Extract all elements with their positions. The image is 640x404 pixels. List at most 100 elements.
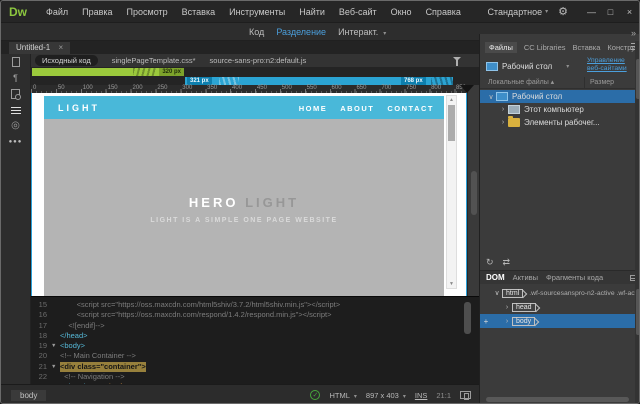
media-query-blue-range[interactable]: 321 px 768 px: [185, 77, 453, 85]
tag-selector-body[interactable]: body: [11, 390, 46, 401]
files-footer-refresh-icon[interactable]: ↻: [486, 257, 494, 268]
viewport-resize-handle[interactable]: [460, 85, 474, 93]
dom-tree-row[interactable]: + ›body: [480, 314, 640, 328]
files-footer-sync-icon[interactable]: ⇄: [503, 257, 511, 268]
design-nav-link[interactable]: HOME: [299, 104, 328, 113]
media-query-green-range[interactable]: 320 px: [32, 68, 184, 76]
design-vertical-scrollbar[interactable]: ▲ ▼: [446, 95, 457, 289]
column-local-files[interactable]: Локальные файлы ▴: [488, 77, 554, 89]
panel-tab-active[interactable]: Файлы: [485, 42, 517, 53]
fold-arrow-icon[interactable]: [51, 331, 60, 341]
chevron-down-icon[interactable]: ▾: [566, 63, 569, 70]
menubar-item[interactable]: Правка: [75, 7, 119, 17]
design-view[interactable]: LIGHT HOME ABOUT CONTACT HERO LIGHT LIGHT …: [31, 93, 467, 296]
formatting-button[interactable]: ¶: [1, 70, 30, 86]
menubar-item[interactable]: Просмотр: [120, 7, 175, 17]
chevron-down-icon[interactable]: ▾: [545, 8, 548, 15]
insert-mode-indicator[interactable]: INS: [415, 391, 428, 400]
dom-tree-row[interactable]: ∨html.wf-sourcesanspro-n2-active .wf-act…: [480, 286, 640, 300]
design-nav-link[interactable]: CONTACT: [387, 104, 434, 113]
workspace-switcher[interactable]: Стандартное: [487, 7, 542, 17]
minimize-button[interactable]: —: [582, 7, 601, 17]
menubar-item[interactable]: Найти: [292, 7, 332, 17]
view-mode-button[interactable]: Код: [249, 27, 264, 37]
code-line[interactable]: 21▼<div class="container">: [31, 362, 479, 372]
window-size-select[interactable]: 897 x 403▾: [366, 391, 406, 400]
site-brand[interactable]: LIGHT: [58, 103, 100, 113]
code-line[interactable]: 20<!-- Main Container -->: [31, 351, 479, 361]
file-tree-row[interactable]: ›Элементы рабочег...: [480, 116, 640, 129]
fold-arrow-icon[interactable]: [51, 372, 60, 382]
menubar-item[interactable]: Справка: [419, 7, 468, 17]
code-view[interactable]: 15 <script src="https://oss.maxcdn.com/h…: [31, 296, 479, 384]
collapse-panels-icon[interactable]: »: [631, 28, 636, 38]
design-nav-bar[interactable]: LIGHT HOME ABOUT CONTACT: [44, 96, 444, 119]
scroll-up-icon[interactable]: ▲: [447, 97, 456, 103]
fold-arrow-icon[interactable]: ▼: [51, 341, 60, 351]
filter-funnel-icon[interactable]: [453, 57, 461, 61]
panel-tab-item[interactable]: Вставка: [573, 43, 601, 52]
files-scrollbar-thumb[interactable]: [636, 59, 640, 99]
dom-panel-tab-item[interactable]: Фрагменты кода: [546, 273, 603, 282]
dom-tag-chip[interactable]: body: [512, 317, 535, 326]
code-line[interactable]: 17 <![endif]-->: [31, 321, 479, 331]
view-mode-button[interactable]: Интеракт.▾: [338, 27, 386, 37]
select-tool-button[interactable]: ◎: [1, 118, 30, 134]
fold-arrow-icon[interactable]: [51, 351, 60, 361]
menubar-item[interactable]: Окно: [384, 7, 419, 17]
dom-scrollbar-thumb[interactable]: [636, 289, 640, 335]
device-preview-icon[interactable]: [460, 391, 471, 399]
dom-panel-tab-item[interactable]: Активы: [513, 273, 538, 282]
site-select[interactable]: Рабочий стол: [502, 62, 552, 71]
file-tree-row[interactable]: ›Этот компьютер: [480, 103, 640, 116]
tree-expander-icon[interactable]: ›: [498, 106, 508, 113]
fold-arrow-icon[interactable]: [51, 310, 60, 320]
splitter-gutter[interactable]: [467, 85, 479, 296]
panel-tab-item[interactable]: CC Libraries: [524, 43, 566, 52]
chevron-down-icon[interactable]: ▾: [383, 31, 386, 37]
related-file[interactable]: Исходный код: [35, 55, 98, 66]
view-mode-active[interactable]: Разделение: [276, 27, 326, 37]
dom-panel-tab-active[interactable]: DOM: [486, 273, 505, 282]
tree-expander-icon[interactable]: ∨: [492, 289, 502, 297]
menubar-item[interactable]: Файл: [39, 7, 75, 17]
related-file[interactable]: singlePageTemplate.css*: [112, 56, 196, 65]
tree-expander-icon[interactable]: ›: [498, 119, 508, 126]
tree-expander-icon[interactable]: ›: [502, 318, 512, 325]
dom-horizontal-scrollbar[interactable]: [486, 397, 629, 402]
file-tree-row[interactable]: ∨Рабочий стол: [480, 90, 640, 103]
code-line[interactable]: 18</head>: [31, 331, 479, 341]
tree-expander-icon[interactable]: ›: [502, 304, 512, 311]
add-element-icon[interactable]: +: [480, 317, 492, 326]
menubar-item[interactable]: Вставка: [175, 7, 222, 17]
design-hero-section[interactable]: HERO LIGHT LIGHT IS A SIMPLE ONE PAGE WE…: [44, 119, 444, 296]
scroll-down-icon[interactable]: ▼: [447, 281, 456, 287]
splitter-grip[interactable]: [471, 171, 477, 215]
fold-arrow-icon[interactable]: [51, 321, 60, 331]
document-tab[interactable]: Untitled-1 ×: [9, 42, 70, 54]
open-documents-button[interactable]: [1, 54, 30, 70]
menubar-item[interactable]: Веб-сайт: [332, 7, 384, 17]
sync-settings-icon[interactable]: ⚙: [558, 5, 568, 18]
column-size[interactable]: Размер: [584, 77, 614, 89]
fold-arrow-icon[interactable]: ▼: [51, 362, 60, 372]
manage-sites-link[interactable]: Управление веб-сайтами: [587, 57, 635, 73]
code-line[interactable]: 16 <script src="https://oss.maxcdn.com/r…: [31, 310, 479, 320]
scrollbar-thumb[interactable]: [448, 105, 455, 141]
more-tools-button[interactable]: ●●●: [1, 134, 30, 150]
tab-close-icon[interactable]: ×: [58, 43, 63, 52]
design-nav-link[interactable]: ABOUT: [340, 104, 374, 113]
dom-tree-row[interactable]: ›head: [480, 300, 640, 314]
format-source-button[interactable]: [1, 102, 30, 118]
code-line[interactable]: 15 <script src="https://oss.maxcdn.com/h…: [31, 300, 479, 310]
fold-arrow-icon[interactable]: [51, 300, 60, 310]
dom-tag-chip[interactable]: html: [502, 289, 523, 298]
code-line[interactable]: 22 <!-- Navigation -->: [31, 372, 479, 382]
live-code-inspect-button[interactable]: [1, 86, 30, 102]
dom-tag-chip[interactable]: head: [512, 303, 536, 312]
close-button[interactable]: ×: [620, 7, 639, 17]
related-file[interactable]: source-sans-pro:n2:default.js: [210, 56, 307, 65]
maximize-button[interactable]: □: [601, 7, 620, 17]
menubar-item[interactable]: Инструменты: [222, 7, 292, 17]
tree-expander-icon[interactable]: ∨: [486, 93, 496, 101]
